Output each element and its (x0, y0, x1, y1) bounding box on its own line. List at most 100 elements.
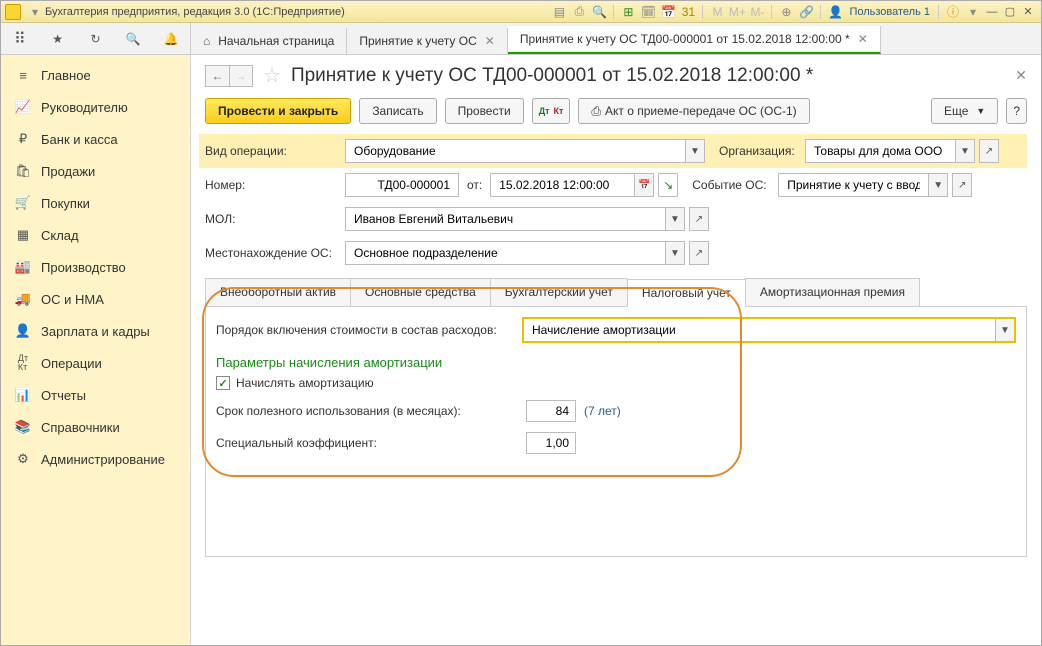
post-button[interactable]: Провести (445, 98, 524, 124)
event-input[interactable] (785, 177, 922, 193)
row-useful-life: Срок полезного использования (в месяцах)… (216, 400, 1016, 422)
op-type-dropdown-icon[interactable]: ▼ (685, 139, 705, 163)
minimize-button[interactable]: — (983, 6, 1001, 18)
info-dd-icon[interactable]: ▾ (964, 4, 982, 20)
user-name[interactable]: Пользователь 1 (849, 6, 930, 18)
event-combo[interactable]: ▼ ↗ (778, 173, 972, 197)
coef-input[interactable] (526, 432, 576, 454)
loc-dropdown-icon[interactable]: ▼ (665, 241, 685, 265)
dropdown-icon[interactable]: ▾ (26, 4, 44, 20)
doc-header: ← → ☆ Принятие к учету ОС ТД00-000001 от… (205, 63, 1027, 88)
mol-combo[interactable]: ▼ ↗ (345, 207, 709, 231)
maximize-button[interactable]: ▢ (1001, 5, 1019, 18)
forward-button[interactable]: → (229, 65, 253, 87)
sidebar-item-refs[interactable]: 📚Справочники (1, 411, 190, 443)
date-input[interactable] (497, 177, 628, 193)
tab-os-doc[interactable]: Принятие к учету ОС ТД00-000001 от 15.02… (508, 26, 881, 54)
content: ← → ☆ Принятие к учету ОС ТД00-000001 от… (191, 55, 1041, 645)
cost-order-input[interactable] (530, 322, 989, 338)
org-dropdown-icon[interactable]: ▼ (955, 139, 975, 163)
sidebar-label: Покупки (41, 196, 90, 211)
zoom-icon[interactable]: ⊕ (777, 4, 795, 20)
op-type-combo[interactable]: ▼ (345, 139, 705, 163)
close-button[interactable]: ✕ (1019, 5, 1037, 18)
write-button[interactable]: Записать (359, 98, 436, 124)
tab-os-list[interactable]: Принятие к учету ОС ✕ (347, 28, 507, 54)
info-icon[interactable]: ⓘ (944, 4, 962, 20)
calendar-icon[interactable]: 📅 (659, 4, 677, 20)
calc-icon[interactable]: ⊞ (619, 4, 637, 20)
date-combo[interactable]: 📅 (490, 173, 654, 197)
dtkt-button[interactable]: ДтКт (532, 98, 571, 124)
print-preview-icon[interactable]: ▤ (550, 4, 568, 20)
loc-open-icon[interactable]: ↗ (689, 241, 709, 265)
bell-icon[interactable]: 🔔 (162, 30, 180, 48)
tab-noncurrent-asset[interactable]: Внеоборотный актив (205, 278, 351, 306)
org-label: Организация: (719, 144, 805, 158)
search-doc-icon[interactable]: 🔍 (590, 4, 608, 20)
sidebar-item-sales[interactable]: 🛍Продажи (1, 155, 190, 187)
sidebar-item-hr[interactable]: 👤Зарплата и кадры (1, 315, 190, 347)
sidebar-item-main[interactable]: ≡Главное (1, 59, 190, 91)
mol-dropdown-icon[interactable]: ▼ (665, 207, 685, 231)
post-and-close-button[interactable]: Провести и закрыть (205, 98, 351, 124)
btn-label: Записать (372, 104, 423, 118)
org-input[interactable] (812, 143, 949, 159)
sidebar-item-stock[interactable]: ▦Склад (1, 219, 190, 251)
close-icon[interactable]: ✕ (858, 32, 868, 46)
sidebar-label: Продажи (41, 164, 95, 179)
op-type-input[interactable] (352, 143, 679, 159)
print-icon[interactable]: ⎙ (570, 4, 588, 20)
useful-life-input[interactable] (526, 400, 576, 422)
event-label: Событие ОС: (692, 178, 778, 192)
calendar2-icon[interactable]: 31 (679, 4, 697, 20)
event-dropdown-icon[interactable]: ▼ (928, 173, 948, 197)
cost-order-combo[interactable]: ▼ (522, 317, 1016, 343)
btn-label: ? (1013, 104, 1020, 118)
help-button[interactable]: ? (1006, 98, 1027, 124)
scale-m-icon[interactable]: M (708, 4, 726, 20)
app-logo-icon (5, 4, 21, 20)
calendar-picker-icon[interactable]: 📅 (634, 173, 654, 197)
apps-icon[interactable]: ⠿ (11, 30, 29, 48)
star-icon[interactable]: ★ (49, 30, 67, 48)
event-open-icon[interactable]: ↗ (952, 173, 972, 197)
tab-accounting[interactable]: Бухгалтерский учет (490, 278, 628, 306)
calc-depreciation-checkbox[interactable]: ✓ (216, 376, 230, 390)
loc-combo[interactable]: ▼ ↗ (345, 241, 709, 265)
org-open-icon[interactable]: ↗ (979, 139, 999, 163)
link-icon[interactable]: 🔗 (797, 4, 815, 20)
sidebar-item-admin[interactable]: ⚙Администрирование (1, 443, 190, 475)
tab-fixed-assets[interactable]: Основные средства (350, 278, 491, 306)
tab-home[interactable]: ⌂ Начальная страница (191, 28, 347, 54)
date-icon[interactable]: 🗓 (639, 4, 657, 20)
sidebar-item-purchases[interactable]: 🛒Покупки (1, 187, 190, 219)
print-act-button[interactable]: ⎙Акт о приеме-передаче ОС (ОС-1) (578, 98, 809, 124)
cost-order-dropdown-icon[interactable]: ▼ (995, 318, 1015, 342)
dt-icon: Дт (539, 107, 550, 116)
sidebar-item-production[interactable]: 🏭Производство (1, 251, 190, 283)
tab-tax-accounting[interactable]: Налоговый учет (627, 279, 746, 307)
org-combo[interactable]: ▼ ↗ (805, 139, 999, 163)
close-page-button[interactable]: ✕ (1015, 67, 1027, 84)
sidebar-item-reports[interactable]: 📊Отчеты (1, 379, 190, 411)
sidebar-item-dashboard[interactable]: 📈Руководителю (1, 91, 190, 123)
tab-label: Принятие к учету ОС (359, 34, 476, 48)
tab-depreciation-bonus[interactable]: Амортизационная премия (745, 278, 920, 306)
more-button[interactable]: Еще▼ (931, 98, 998, 124)
close-icon[interactable]: ✕ (485, 34, 495, 48)
mol-open-icon[interactable]: ↗ (689, 207, 709, 231)
mol-input[interactable] (352, 211, 659, 227)
history-icon[interactable]: ↻ (86, 30, 104, 48)
loc-input[interactable] (352, 245, 659, 261)
num-input[interactable] (352, 177, 452, 193)
scale-mplus-icon[interactable]: M+ (728, 4, 746, 20)
scale-mminus-icon[interactable]: M- (748, 4, 766, 20)
sidebar-item-os-nma[interactable]: 🚚ОС и НМА (1, 283, 190, 315)
favorite-star-icon[interactable]: ☆ (263, 63, 281, 88)
sidebar-item-operations[interactable]: ДтКтОперации (1, 347, 190, 379)
back-button[interactable]: ← (205, 65, 229, 87)
search-icon[interactable]: 🔍 (124, 30, 142, 48)
fill-icon[interactable]: ↘ (658, 173, 678, 197)
sidebar-item-bank[interactable]: ₽Банк и касса (1, 123, 190, 155)
